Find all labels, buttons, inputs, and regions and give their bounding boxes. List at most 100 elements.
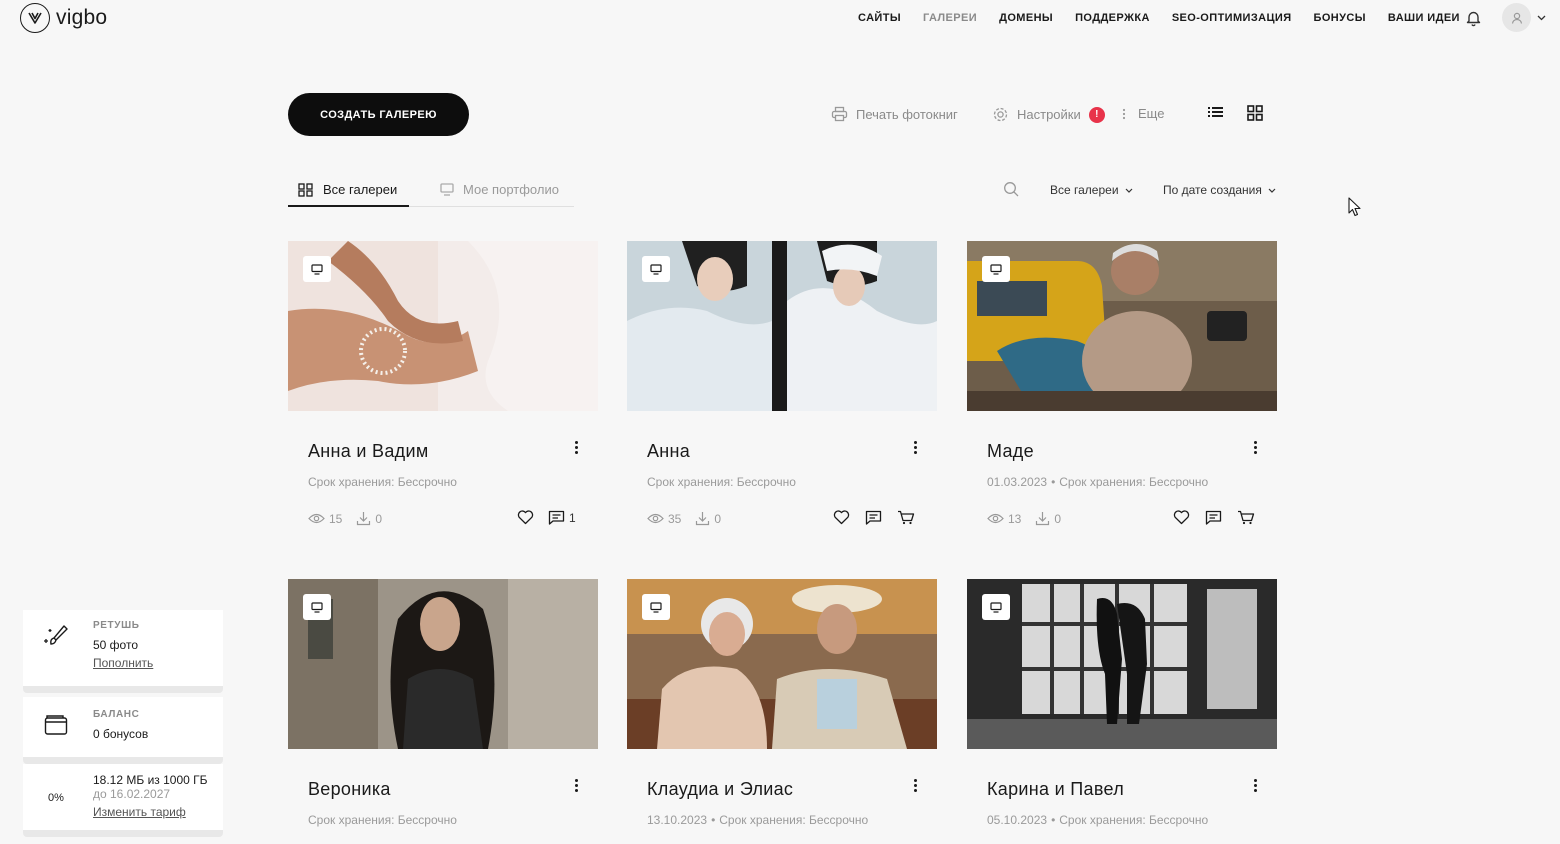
download-icon [357,512,371,526]
portfolio-toggle-icon[interactable] [303,256,331,282]
favorites-button[interactable] [833,510,850,525]
cart-button[interactable] [897,510,915,525]
gallery-title[interactable]: Карина и Павел [987,779,1124,800]
gallery-storage: Срок хранения: Бессрочно [647,475,796,489]
print-photobooks-button[interactable]: Печать фотокниг [831,106,958,122]
portfolio-toggle-icon[interactable] [642,256,670,282]
user-menu[interactable] [1502,3,1546,32]
storage-percent: 0% [48,792,64,804]
favorites-button[interactable] [517,510,534,525]
gallery-menu-icon[interactable] [910,439,920,455]
create-gallery-button[interactable]: СОЗДАТЬ ГАЛЕРЕЮ [288,93,469,136]
storage-used: 18.12 МБ из 1000 ГБ [93,773,208,787]
grid-view-button[interactable] [1247,105,1263,126]
gallery-storage: Срок хранения: Бессрочно [1059,475,1209,489]
comments-count: 1 [569,510,576,525]
search-button[interactable] [1003,181,1019,202]
comments-button[interactable]: 1 [548,510,576,525]
gallery-storage: Срок хранения: Бессрочно [308,813,457,827]
favorites-button[interactable] [1173,510,1190,525]
gallery-cover-image[interactable] [967,579,1277,749]
nav-seo[interactable]: SEO-ОПТИМИЗАЦИЯ [1172,12,1292,24]
gallery-title[interactable]: Маде [987,441,1034,462]
avatar [1502,3,1531,32]
gallery-title[interactable]: Анна и Вадим [308,441,429,462]
gallery-storage: Срок хранения: Бессрочно [719,813,869,827]
portfolio-toggle-icon[interactable] [303,594,331,620]
gallery-actions [1173,510,1255,525]
gallery-cover-image[interactable] [288,579,598,749]
more-button[interactable]: Еще [1122,106,1164,121]
gallery-menu-icon[interactable] [571,777,581,793]
gallery-date: 13.10.2023 [647,813,708,827]
heart-icon [833,510,850,525]
heart-icon [1173,510,1190,525]
gallery-cover-image[interactable] [627,241,937,411]
list-view-button[interactable] [1208,105,1223,124]
magic-brush-icon [42,623,70,654]
gallery-cover-image[interactable] [288,241,598,411]
gallery-stats: 15 0 [308,511,396,526]
settings-label: Настройки [1017,107,1081,122]
monitor-icon [440,183,454,196]
change-plan-link[interactable]: Изменить тариф [93,805,186,819]
comments-button[interactable] [865,510,882,525]
nav-support[interactable]: ПОДДЕРЖКА [1075,12,1150,24]
nav-bonuses[interactable]: БОНУСЫ [1314,12,1366,24]
portfolio-toggle-icon[interactable] [982,594,1010,620]
gallery-meta: Срок хранения: Бессрочно [647,475,796,489]
gallery-card: Карина и Павел 05.10.2023 • Срок хранения:… [967,579,1277,827]
gallery-cover-image[interactable] [627,579,937,749]
sort-value: По дате создания [1163,183,1262,197]
gallery-stats: 35 0 [647,511,735,526]
meta-separator: • [1051,813,1056,827]
settings-alert-badge: ! [1088,106,1105,123]
gallery-menu-icon[interactable] [571,439,581,455]
comment-icon [1205,510,1222,525]
meta-separator: • [711,813,716,827]
sort-dropdown[interactable]: По дате создания [1163,183,1276,197]
gallery-date: 01.03.2023 [987,475,1048,489]
gallery-title[interactable]: Вероника [308,779,391,800]
gallery-meta: 01.03.2023 • Срок хранения: Бессрочно [987,475,1208,489]
tab-my-portfolio[interactable]: Мое портфолио [440,182,559,197]
portfolio-toggle-icon[interactable] [642,594,670,620]
search-icon [1004,182,1019,197]
nav-sites[interactable]: САЙТЫ [858,12,901,24]
settings-button[interactable]: Настройки ! [992,106,1105,123]
printer-icon [831,106,848,122]
gallery-date: 05.10.2023 [987,813,1048,827]
gallery-title[interactable]: Клаудиа и Элиас [647,779,793,800]
gallery-card: Анна Срок хранения: Бессрочно 35 0 [627,241,937,526]
cart-button[interactable] [1237,510,1255,525]
widget-divider [23,830,223,837]
nav-ideas[interactable]: ВАШИ ИДЕИ [1388,12,1460,24]
gallery-stats: 13 0 [987,511,1075,526]
gallery-menu-icon[interactable] [1250,439,1260,455]
top-header: vigbo САЙТЫ ГАЛЕРЕИ ДОМЕНЫ ПОДДЕРЖКА SEO… [0,0,1560,36]
gallery-title[interactable]: Анна [647,441,690,462]
views-count: 35 [668,511,682,526]
notifications-bell-icon[interactable] [1465,9,1482,32]
nav-galleries[interactable]: ГАЛЕРЕИ [923,12,977,24]
gallery-storage: Срок хранения: Бессрочно [308,475,457,489]
gallery-menu-icon[interactable] [910,777,920,793]
comment-icon [865,510,882,525]
portfolio-toggle-icon[interactable] [982,256,1010,282]
retouch-topup-link[interactable]: Пополнить [93,656,153,670]
gallery-menu-icon[interactable] [1250,777,1260,793]
comments-button[interactable] [1205,510,1222,525]
gallery-card: Вероника Срок хранения: Бессрочно [288,579,598,827]
eye-icon [987,513,1004,524]
active-tab-indicator [288,205,409,207]
nav-domains[interactable]: ДОМЕНЫ [999,12,1053,24]
download-icon [696,512,710,526]
tab-my-portfolio-label: Мое портфолио [463,182,559,197]
retouch-label: РЕТУШЬ [93,620,140,631]
scope-filter-dropdown[interactable]: Все галереи [1050,183,1133,197]
retouch-value: 50 фото [93,638,138,652]
vigbo-logo[interactable]: vigbo [20,3,107,33]
gallery-cover-image[interactable] [967,241,1277,411]
more-label: Еще [1138,106,1165,121]
tab-all-galleries[interactable]: Все галереи [298,182,397,197]
